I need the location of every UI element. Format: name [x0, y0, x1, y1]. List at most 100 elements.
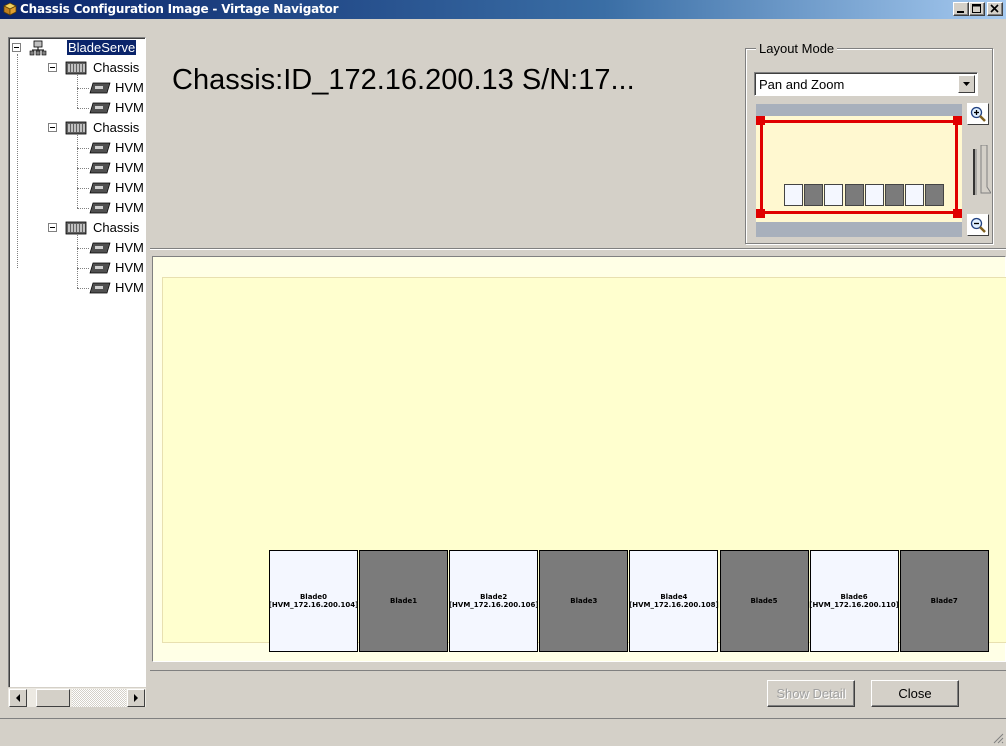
zoom-slider-track — [973, 144, 992, 195]
maximize-button[interactable] — [969, 2, 985, 16]
tree-hvm-label: HVM — [115, 280, 144, 295]
blade-label: Blade3 — [570, 597, 598, 605]
tree-hvm-label: HVM — [115, 160, 144, 175]
header-separator — [150, 248, 1006, 250]
blade-slot[interactable]: Blade7 — [899, 550, 989, 652]
tree-hvm-label: HVM — [115, 100, 144, 115]
zoom-out-icon — [970, 217, 986, 233]
close-button[interactable]: Close — [871, 680, 959, 707]
app-cube-icon — [3, 2, 17, 16]
tree-connector — [77, 188, 89, 189]
blade-server-icon — [89, 162, 111, 174]
zoom-slider[interactable] — [969, 144, 992, 223]
collapse-icon[interactable] — [12, 43, 21, 52]
tree-hvm-label: HVM — [115, 80, 144, 95]
title-bar[interactable]: Chassis Configuration Image - Virtage Na… — [0, 0, 1006, 19]
blade-server-icon — [89, 242, 111, 254]
blade-slot[interactable]: Blade6 [HVM_172.16.200.110] — [809, 550, 899, 652]
blade-server-icon — [89, 142, 111, 154]
button-bar: Show Detail Close — [150, 670, 1006, 710]
blade-server-icon — [89, 282, 111, 294]
layout-mode-value: Pan and Zoom — [759, 77, 845, 92]
viewport-handle[interactable] — [756, 116, 765, 125]
tree-hvm-label: HVM — [115, 180, 144, 195]
tree-connector — [77, 235, 78, 288]
zoom-in-icon — [970, 106, 986, 122]
viewport-handle[interactable] — [756, 209, 765, 218]
blade-slot[interactable]: Blade5 — [719, 550, 809, 652]
tree-connector — [17, 54, 18, 268]
show-detail-button[interactable]: Show Detail — [767, 680, 855, 707]
tree-connector — [77, 248, 89, 249]
layout-mode-legend: Layout Mode — [756, 41, 838, 56]
blade-label: Blade7 — [930, 597, 958, 605]
arrow-left-icon — [16, 694, 20, 702]
tree-connector — [77, 108, 89, 109]
scroll-right-button[interactable] — [127, 689, 145, 707]
blade-server-icon — [89, 182, 111, 194]
tree-horizontal-scrollbar[interactable] — [8, 687, 146, 707]
zoom-out-button[interactable] — [967, 214, 989, 236]
chassis-tree[interactable]: BladeServe Chassis HVM HVM Chassis HVM HVM HVM… — [8, 37, 146, 707]
blade-server-icon — [89, 82, 111, 94]
chassis-canvas[interactable]: Blade0 [HVM_172.16.200.104] Blade1 Blade2 … — [152, 256, 1006, 662]
blade-slot[interactable]: Blade0 [HVM_172.16.200.104] — [269, 550, 358, 652]
blade-slot[interactable]: Blade3 — [539, 550, 629, 652]
tree-chassis-label: Chassis — [93, 120, 140, 135]
tree-hvm-label: HVM — [115, 260, 144, 275]
scroll-thumb[interactable] — [36, 689, 70, 707]
blade-server-icon — [89, 262, 111, 274]
blade-label: Blade4 [HVM_172.16.200.108] — [629, 593, 719, 609]
arrow-right-icon — [134, 694, 138, 702]
blade-slot[interactable]: Blade4 [HVM_172.16.200.108] — [629, 550, 719, 652]
layout-mode-group: Layout Mode Pan and Zoom — [745, 41, 993, 244]
tree-chassis-label: Chassis — [93, 220, 140, 235]
tree-hvm-label: HVM — [115, 200, 144, 215]
collapse-icon[interactable] — [48, 123, 57, 132]
chevron-down-icon — [963, 82, 970, 86]
blade-label: Blade1 — [390, 597, 418, 605]
tree-connector — [77, 135, 78, 208]
tree-connector — [77, 88, 89, 89]
minimize-icon — [957, 11, 964, 13]
blade-server-icon — [89, 102, 111, 114]
tree-connector — [77, 168, 89, 169]
blade-server-icon — [89, 202, 111, 214]
viewport-handle[interactable] — [953, 116, 962, 125]
window-title: Chassis Configuration Image - Virtage Na… — [20, 2, 339, 16]
scroll-left-button[interactable] — [9, 689, 27, 707]
collapse-icon[interactable] — [48, 63, 57, 72]
minimize-button[interactable] — [953, 2, 969, 16]
chassis-icon — [65, 121, 87, 135]
tree-connector — [77, 208, 89, 209]
chassis-icon — [65, 61, 87, 75]
tree-connector — [77, 268, 89, 269]
status-bar — [0, 718, 1006, 746]
chassis-icon — [65, 221, 87, 235]
server-network-icon — [29, 40, 47, 56]
scroll-track[interactable] — [72, 689, 126, 707]
blade-slot[interactable]: Blade1 — [359, 550, 449, 652]
zoom-in-button[interactable] — [967, 103, 989, 125]
header-area: Chassis:ID_172.16.200.13 S/N:17... Layou… — [150, 36, 1006, 248]
viewport-handle[interactable] — [953, 209, 962, 218]
tree-connector — [77, 288, 89, 289]
blade-label: Blade5 — [750, 597, 778, 605]
collapse-icon[interactable] — [48, 223, 57, 232]
close-window-button[interactable] — [987, 2, 1003, 16]
tree-hvm-label: HVM — [115, 140, 144, 155]
tree-connector — [77, 75, 78, 108]
tree-connector — [77, 148, 89, 149]
close-icon — [990, 4, 999, 13]
dropdown-button[interactable] — [958, 75, 975, 93]
layout-mode-select[interactable]: Pan and Zoom — [754, 72, 978, 96]
blade-slot[interactable]: Blade2 [HVM_172.16.200.106] — [449, 550, 539, 652]
overview-minimap[interactable] — [756, 104, 962, 237]
resize-grip-icon[interactable] — [992, 732, 1004, 744]
tree-hvm-label: HVM — [115, 240, 144, 255]
tree-root-label: BladeServe — [67, 40, 137, 55]
maximize-icon — [972, 4, 981, 13]
blade-label: Blade6 [HVM_172.16.200.110] — [809, 593, 899, 609]
viewport-frame[interactable] — [760, 120, 958, 214]
chassis-title: Chassis:ID_172.16.200.13 S/N:17... — [172, 64, 635, 96]
